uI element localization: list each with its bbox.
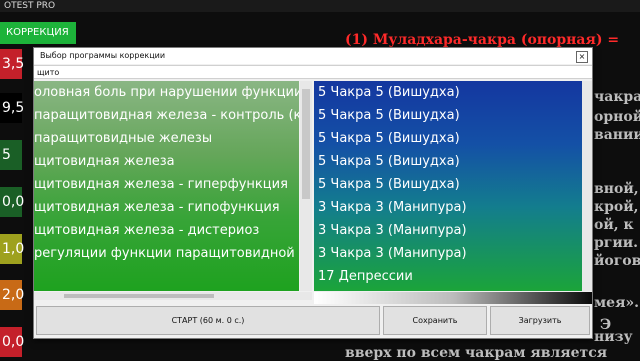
left-value-7: 0,0 — [0, 327, 24, 357]
correction-program-dialog: Выбор программы коррекции × щито оловная… — [33, 47, 593, 339]
left-value-4: 0,0 — [0, 187, 24, 217]
chakra-list-item[interactable]: 5 Чакра 5 (Вишудха) — [314, 150, 582, 173]
gradient-strip — [314, 292, 592, 304]
chakra-list-item[interactable]: 3 Чакра 3 (Манипура) — [314, 242, 582, 265]
chakra-list-scrollbar[interactable] — [582, 81, 592, 291]
background-text-line: чакра, — [594, 89, 640, 105]
load-button[interactable]: Загрузить — [490, 306, 590, 335]
background-text-line: низу — [594, 329, 633, 345]
chakra-list-item[interactable]: 5 Чакра 5 (Вишудха) — [314, 127, 582, 150]
background-text-line: ой, к — [594, 217, 634, 233]
background-text-line: вной, — [594, 181, 639, 197]
close-icon[interactable]: × — [576, 51, 588, 63]
background-text-line: мея». — [594, 295, 640, 311]
chakra-list-item[interactable]: 5 Чакра 5 (Вишудха) — [314, 81, 582, 104]
chakra-list-item[interactable]: 17 Депрессии — [314, 265, 582, 288]
app-title: OTEST PRO — [0, 0, 640, 12]
program-list-item[interactable]: паращитовидные железы — [34, 127, 299, 150]
background-text-line: орной, — [594, 109, 640, 125]
save-button[interactable]: Сохранить — [383, 306, 487, 335]
program-list-item[interactable]: регуляции функции паращитовидной ж — [34, 242, 299, 265]
left-value-5: 1,0 — [0, 234, 24, 264]
background-text-line: вверх по всем чакрам является — [345, 345, 608, 361]
search-input[interactable]: щито — [34, 65, 592, 79]
chakra-list-item[interactable]: 5 Чакра 5 (Вишудха) — [314, 173, 582, 196]
program-list-item[interactable]: щитовидная железа - дистериоз — [34, 219, 299, 242]
background-text-line: ргии. — [594, 235, 639, 251]
program-list-scrollbar[interactable] — [300, 81, 312, 291]
program-list-item[interactable]: оловная боль при нарушении функции — [34, 81, 299, 104]
background-text-line: йогов — [594, 253, 640, 269]
scrollbar-thumb[interactable] — [64, 294, 214, 298]
chakra-list-item[interactable]: 3 Чакра 3 (Манипура) — [314, 219, 582, 242]
dialog-title: Выбор программы коррекции — [34, 48, 592, 64]
background-heading: (1) Муладхара-чакра (опорная) = — [345, 32, 620, 48]
scrollbar-thumb[interactable] — [302, 89, 310, 199]
program-list-item[interactable] — [34, 265, 299, 288]
program-list-item[interactable]: щитовидная железа - гипофункция — [34, 196, 299, 219]
left-value-3: 5 — [0, 140, 22, 170]
program-list: оловная боль при нарушении функции паращ… — [34, 81, 299, 291]
horizontal-scrollbar[interactable] — [34, 292, 312, 300]
left-value-1: 3,5 — [0, 49, 24, 79]
background-text-line: крой, — [594, 199, 639, 215]
chakra-list: 5 Чакра 5 (Вишудха) 5 Чакра 5 (Вишудха) … — [314, 81, 582, 291]
background-text-line: вании — [594, 127, 640, 143]
program-list-item[interactable]: щитовидная железа - гиперфункция — [34, 173, 299, 196]
program-list-item[interactable]: паращитовидная железа - контроль (ка — [34, 104, 299, 127]
chakra-list-item[interactable]: 5 Чакра 5 (Вишудха) — [314, 104, 582, 127]
left-value-6: 2,0 — [0, 280, 24, 310]
chakra-list-item[interactable]: 3 Чакра 3 (Манипура) — [314, 196, 582, 219]
left-value-2: 9,5 — [0, 93, 24, 123]
start-button[interactable]: СТАРТ (60 м. 0 с.) — [36, 306, 380, 335]
correction-tab[interactable]: КОРРЕКЦИЯ — [0, 22, 76, 44]
program-list-item[interactable]: щитовидная железа — [34, 150, 299, 173]
